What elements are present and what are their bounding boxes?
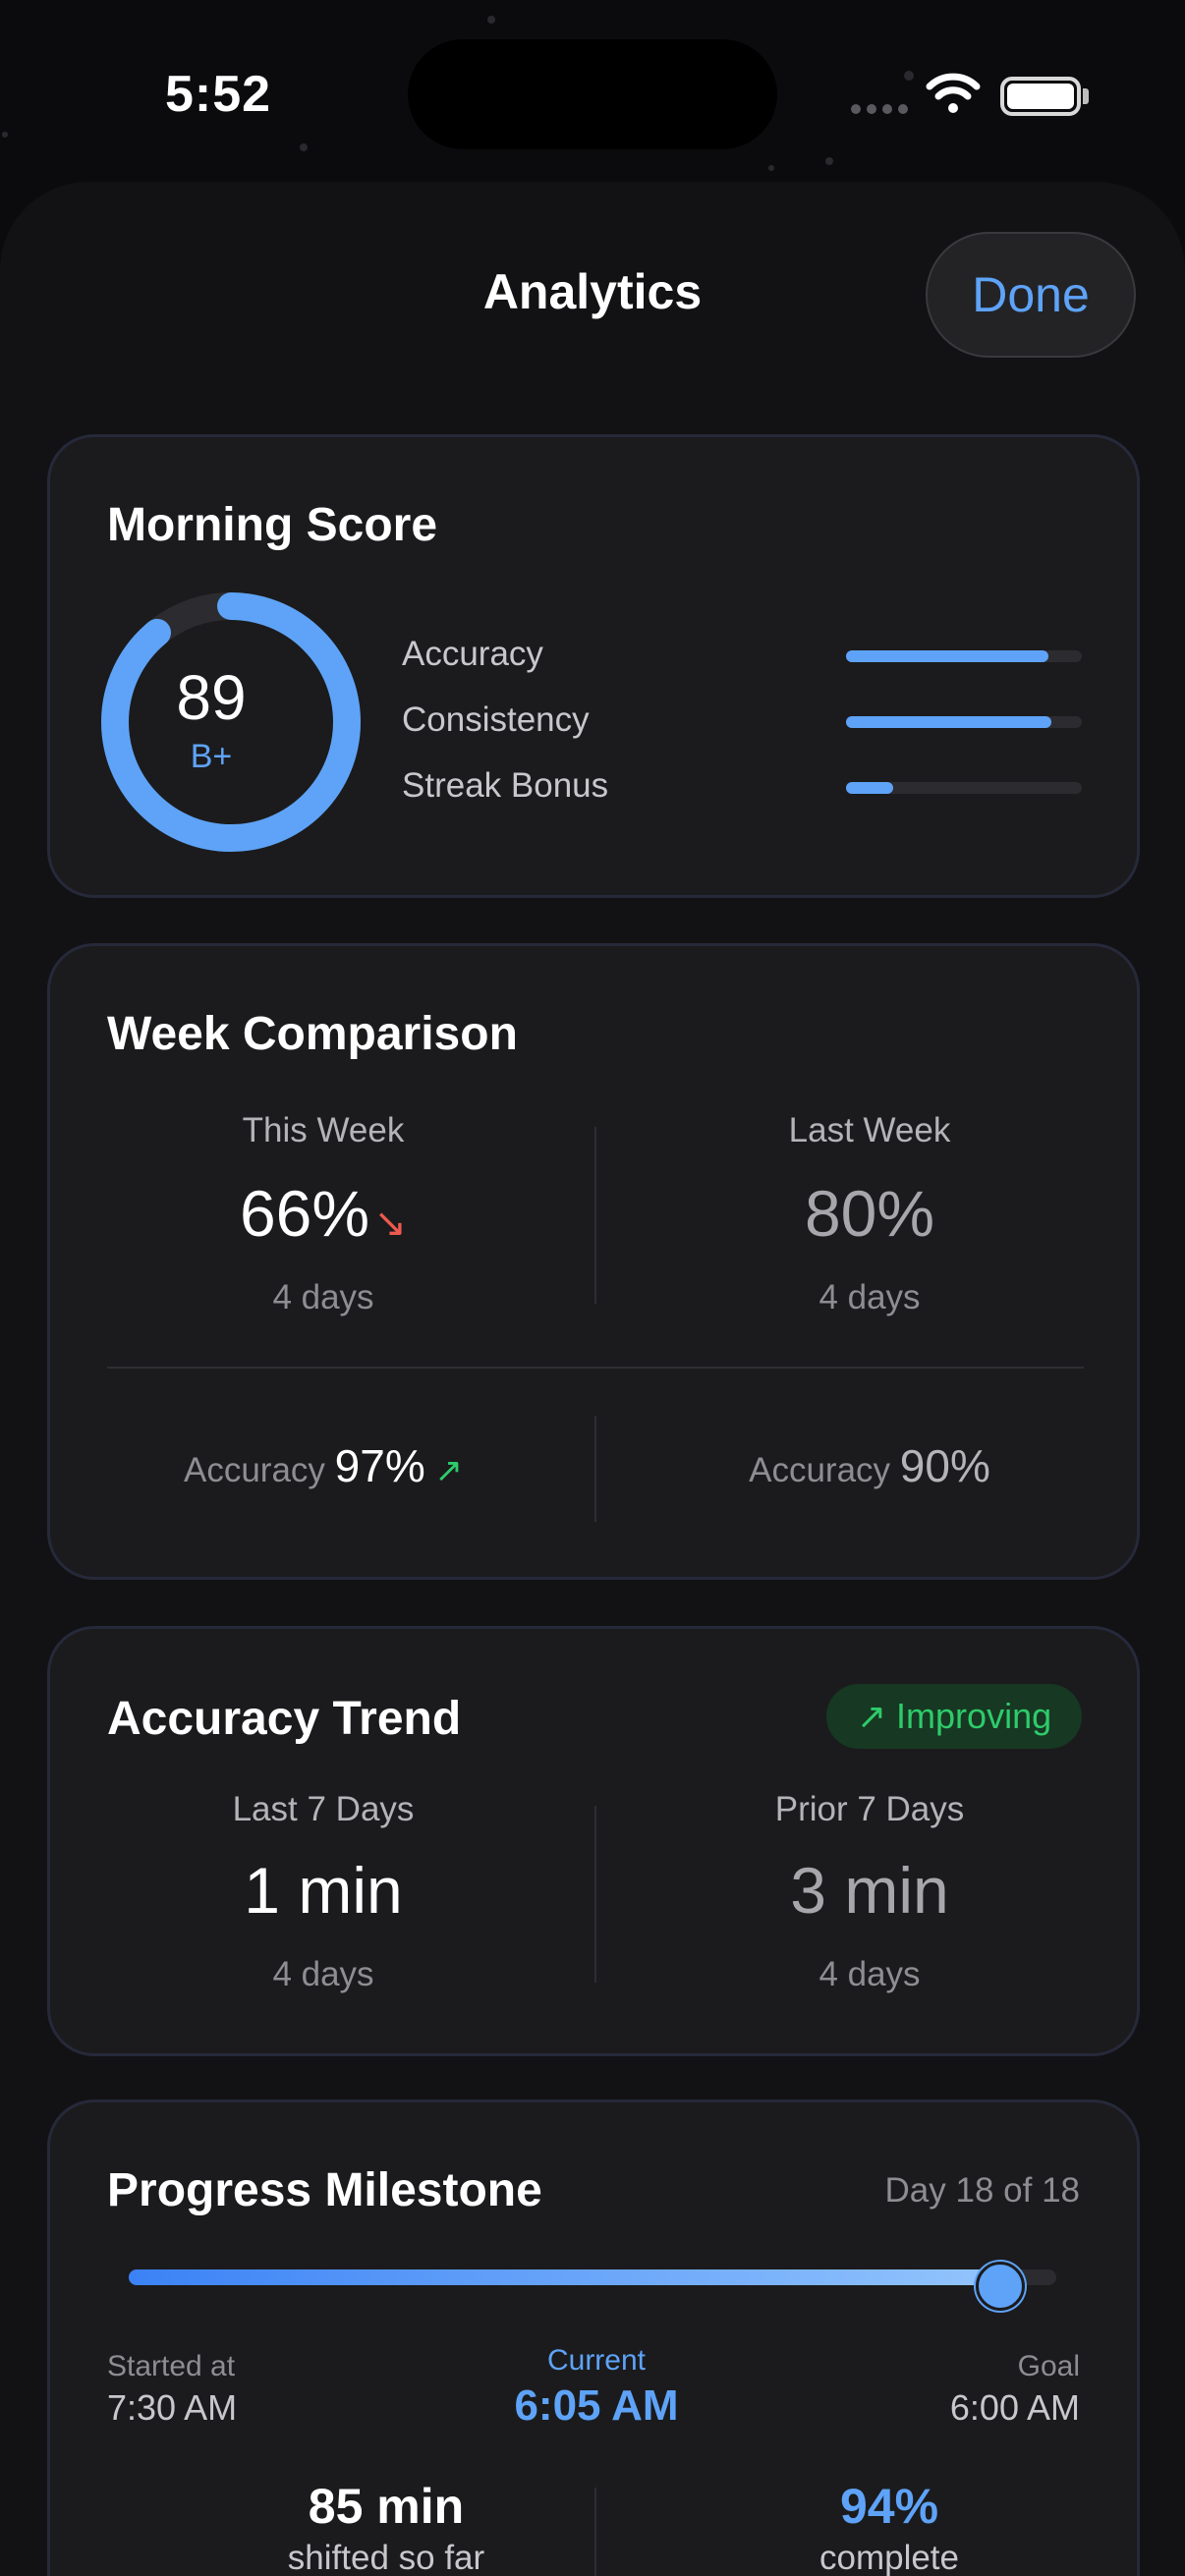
background-star [2,132,8,138]
week-comparison-title: Week Comparison [107,1008,518,1060]
cellular-signal-icon [851,104,908,114]
dynamic-island [408,39,777,149]
progress-fill [129,2269,1001,2285]
started-block: Started at 7:30 AM [107,2350,237,2429]
day-counter: Day 18 of 18 [884,2171,1080,2210]
last-7-days-days: 4 days [272,1955,374,1993]
last-7-days-value: 1 min [244,1854,403,1927]
started-label: Started at [107,2350,236,2382]
last-week-column: Last Week 80% 4 days [596,1111,1143,1317]
wifi-icon [926,73,981,113]
status-time: 5:52 [165,66,272,123]
metric-bar-accuracy [846,650,1082,662]
metric-fill [846,650,1049,662]
goal-value: 6:00 AM [949,2387,1080,2428]
complete-label: complete [818,2539,960,2576]
complete-column: 94% complete [596,2478,1182,2576]
accuracy-trend-card: Accuracy Trend ↗ Improving Last 7 Days 1… [47,1626,1140,2056]
metric-fill [846,782,893,794]
last-week-days: 4 days [818,1278,921,1316]
score-grade: B+ [190,738,233,775]
last-7-days-column: Last 7 Days 1 min 4 days [50,1790,596,1994]
last-week-accuracy: Accuracy 90% [596,1439,1143,1492]
prior-7-days-column: Prior 7 Days 3 min 4 days [596,1790,1143,1994]
morning-score-title: Morning Score [107,499,438,551]
this-week-label: This Week [242,1111,405,1149]
last-7-days-label: Last 7 Days [232,1790,415,1828]
background-star [487,16,495,24]
progress-knob[interactable] [976,2262,1026,2311]
badge-label: Improving [896,1696,1052,1736]
complete-value: 94% [839,2479,939,2534]
progress-milestone-card: Progress Milestone Day 18 of 18 Started … [47,2100,1140,2576]
metric-label-streak-bonus: Streak Bonus [402,766,609,805]
accuracy-trend-title: Accuracy Trend [107,1693,462,1745]
trend-up-icon: ↗ [434,1452,463,1489]
background-star [768,165,774,171]
goal-block: Goal 6:00 AM [950,2350,1080,2429]
done-button[interactable]: Done [926,232,1136,358]
current-label: Current [546,2344,647,2377]
metric-label-accuracy: Accuracy [402,635,543,673]
accuracy-label: Accuracy [749,1451,891,1489]
metric-label-consistency: Consistency [402,700,590,739]
row-divider [107,1367,1084,1369]
improving-badge: ↗ Improving [826,1684,1082,1749]
background-star [825,157,833,165]
started-value: 7:30 AM [107,2387,238,2428]
this-week-column: This Week 66% ↘ 4 days [50,1111,596,1317]
progress-milestone-title: Progress Milestone [107,2164,542,2216]
accuracy-label: Accuracy [184,1451,325,1489]
metric-bar-streak-bonus [846,782,1082,794]
trend-down-icon: ↘ [373,1202,408,1245]
background-star [300,143,308,151]
battery-cap [1083,88,1089,104]
this-week-accuracy: Accuracy 97% ↗ [50,1439,596,1492]
last-week-label: Last Week [788,1111,951,1149]
metric-fill [846,716,1051,728]
morning-score-card: Morning Score 89 B+ Accuracy Consistency… [47,434,1140,898]
battery-icon [1000,77,1081,116]
last-week-value: 80% [804,1177,935,1250]
background-star [904,71,914,81]
week-comparison-card: Week Comparison This Week 66% ↘ 4 days L… [47,943,1140,1580]
this-week-value: 66% [239,1177,370,1250]
current-value: 6:05 AM [514,2381,679,2430]
goal-label: Goal [1017,2350,1080,2382]
prior-7-days-label: Prior 7 Days [774,1790,965,1828]
accuracy-value: 97% [334,1440,425,1491]
accuracy-value: 90% [899,1440,990,1491]
trend-up-icon: ↗ [856,1696,887,1736]
this-week-days: 4 days [272,1278,374,1316]
prior-7-days-days: 4 days [818,1955,921,1993]
current-block: Current 6:05 AM [400,2344,793,2431]
metric-bar-consistency [846,716,1082,728]
progress-bar [129,2269,1056,2285]
score-value: 89 [176,662,247,733]
prior-7-days-value: 3 min [790,1854,949,1927]
